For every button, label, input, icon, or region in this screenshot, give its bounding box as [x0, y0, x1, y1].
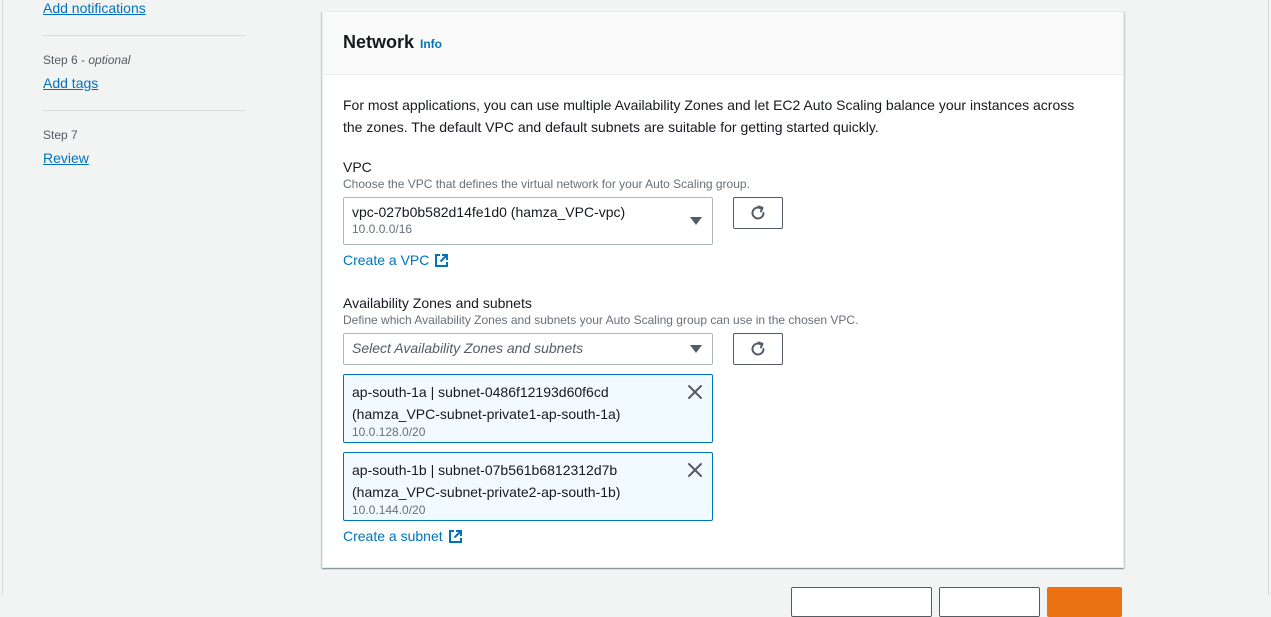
step-divider	[43, 110, 245, 111]
close-icon[interactable]	[686, 383, 704, 401]
token-cidr: 10.0.128.0/20	[352, 425, 426, 439]
create-subnet-link[interactable]: Create a subnet	[343, 528, 463, 544]
info-link[interactable]: Info	[420, 37, 442, 51]
panel-title: Network	[343, 32, 415, 52]
az-placeholder: Select Availability Zones and subnets	[352, 340, 584, 356]
next-button[interactable]	[1047, 587, 1122, 617]
step-link-review[interactable]: Review	[43, 150, 89, 166]
az-description: Define which Availability Zones and subn…	[343, 313, 859, 327]
refresh-icon	[751, 341, 765, 356]
az-field: Availability Zones and subnets Define wh…	[343, 295, 858, 327]
az-refresh-button[interactable]	[733, 333, 783, 365]
step-separator: -	[77, 53, 89, 67]
token-cidr: 10.0.144.0/20	[352, 503, 426, 517]
vpc-selected-value: vpc-027b0b582d14fe1d0 (hamza_VPC-vpc)	[352, 204, 626, 220]
step-divider	[43, 35, 245, 36]
token-subnet-id: ap-south-1a | subnet-0486f12193d60f6cd	[352, 384, 609, 400]
cancel-button[interactable]	[791, 587, 932, 617]
vpc-description: Choose the VPC that defines the virtual …	[343, 177, 750, 191]
close-icon[interactable]	[686, 461, 704, 479]
token-subnet-name: (hamza_VPC-subnet-private2-ap-south-1b)	[352, 484, 621, 500]
create-vpc-link[interactable]: Create a VPC	[343, 252, 449, 268]
page-frame: Add notifications Step 6 - optional Add …	[2, 0, 1269, 617]
refresh-icon	[751, 205, 765, 220]
network-panel: Network Info For most applications, you c…	[322, 11, 1124, 568]
network-description: For most applications, you can use multi…	[343, 97, 1075, 135]
token-subnet-id: ap-south-1b | subnet-07b561b6812312d7b	[352, 462, 618, 478]
previous-button[interactable]	[939, 587, 1040, 617]
step-link-add-tags[interactable]: Add tags	[43, 75, 98, 91]
external-link-icon	[435, 253, 449, 267]
subnet-token: ap-south-1b | subnet-07b561b6812312d7b (…	[343, 452, 713, 521]
network-panel-header: Network Info	[323, 12, 1123, 75]
subnet-token: ap-south-1a | subnet-0486f12193d60f6cd (…	[343, 374, 713, 443]
external-link-icon	[448, 529, 462, 543]
create-subnet-label: Create a subnet	[343, 528, 443, 544]
vpc-select[interactable]: vpc-027b0b582d14fe1d0 (hamza_VPC-vpc) 10…	[343, 197, 713, 245]
vpc-cidr: 10.0.0.0/16	[352, 222, 413, 236]
vpc-refresh-button[interactable]	[733, 197, 783, 229]
caret-down-icon	[690, 345, 702, 353]
step-link-add-notifications[interactable]: Add notifications	[43, 0, 146, 16]
az-select[interactable]: Select Availability Zones and subnets	[343, 333, 713, 365]
step-7-label: Step 7	[43, 128, 78, 142]
az-label: Availability Zones and subnets	[343, 295, 532, 311]
vpc-field: VPC Choose the VPC that defines the virt…	[343, 159, 750, 191]
step-optional-tag: optional	[88, 53, 131, 67]
create-vpc-label: Create a VPC	[343, 252, 430, 268]
token-subnet-name: (hamza_VPC-subnet-private1-ap-south-1a)	[352, 406, 621, 422]
caret-down-icon	[690, 217, 702, 225]
step-6-label: Step 6 - optional	[43, 53, 130, 67]
vpc-label: VPC	[343, 159, 372, 175]
step-number: Step 6	[43, 53, 78, 67]
network-panel-body: For most applications, you can use multi…	[323, 75, 1123, 157]
